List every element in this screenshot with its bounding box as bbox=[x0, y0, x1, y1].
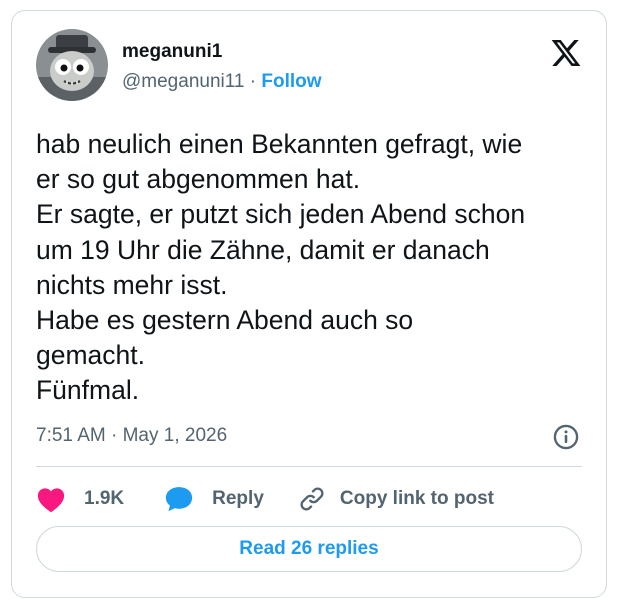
tweet-line: gemacht. bbox=[36, 340, 146, 371]
tweet-timestamp[interactable]: 7:51 AM · May 1, 2026 bbox=[36, 425, 227, 447]
like-button[interactable]: 1.9K bbox=[36, 485, 124, 513]
tweet-line: Habe es gestern Abend auch so bbox=[36, 305, 414, 336]
info-icon[interactable] bbox=[552, 423, 580, 451]
author-handle-row: @meganuni11 · Follow bbox=[122, 71, 322, 93]
read-replies-button[interactable]: Read 26 replies bbox=[36, 526, 582, 572]
heart-icon bbox=[36, 485, 66, 513]
author-display-name[interactable]: meganuni1 bbox=[122, 41, 222, 63]
x-logo-icon[interactable] bbox=[550, 37, 582, 69]
reply-button[interactable]: Reply bbox=[164, 485, 264, 513]
author-handle[interactable]: @meganuni11 bbox=[122, 71, 244, 92]
tweet-card: meganuni1 @meganuni11 · Follow hab neuli… bbox=[11, 10, 607, 598]
copy-link-label: Copy link to post bbox=[339, 488, 494, 509]
tweet-line: Fünfmal. bbox=[36, 375, 140, 406]
tweet-line: nichts mehr isst. bbox=[36, 269, 228, 300]
reply-label: Reply bbox=[212, 488, 264, 509]
tweet-text: hab neulich einen Bekannten gefragt, wie… bbox=[36, 127, 596, 409]
avatar[interactable] bbox=[36, 29, 108, 101]
tweet-line: Er sagte, er putzt sich jeden Abend scho… bbox=[36, 199, 526, 230]
read-replies-label: Read 26 replies bbox=[239, 538, 379, 559]
like-count: 1.9K bbox=[84, 488, 125, 509]
avatar-image bbox=[36, 29, 108, 101]
link-icon bbox=[298, 485, 326, 513]
divider bbox=[36, 466, 582, 467]
speech-bubble-icon bbox=[164, 485, 194, 513]
handle-separator: · bbox=[244, 71, 262, 92]
action-bar: 1.9K Reply Copy link to post bbox=[36, 481, 494, 517]
tweet-line: um 19 Uhr die Zähne, damit er danach bbox=[36, 234, 490, 265]
copy-link-button[interactable]: Copy link to post bbox=[298, 485, 494, 513]
tweet-line: er so gut abgenommen hat. bbox=[36, 164, 361, 195]
tweet-line: hab neulich einen Bekannten gefragt, wie bbox=[36, 129, 523, 159]
follow-button[interactable]: Follow bbox=[261, 71, 321, 92]
